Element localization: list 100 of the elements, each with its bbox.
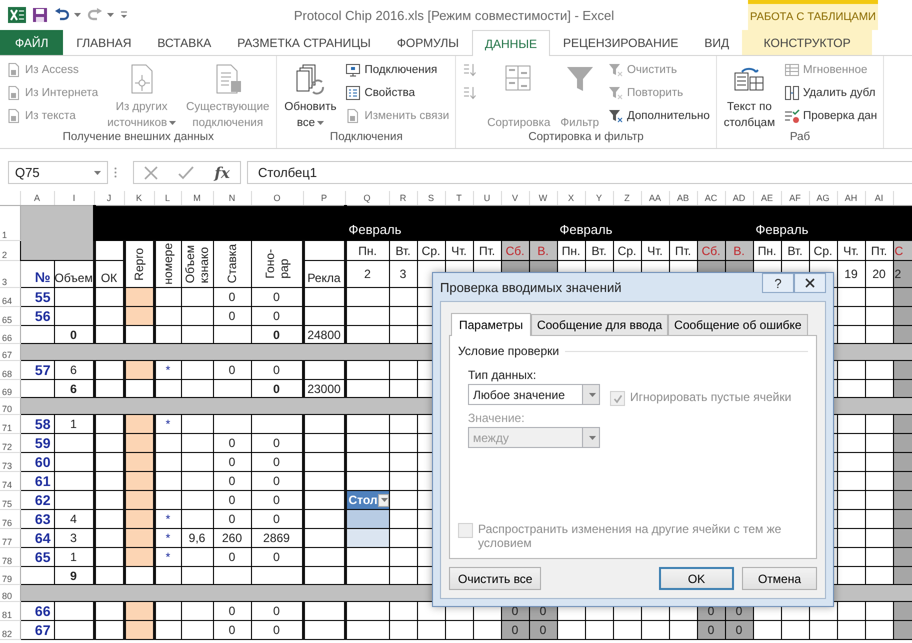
redo-button[interactable] bbox=[87, 8, 114, 22]
undo-button[interactable] bbox=[54, 8, 81, 22]
ribbon-button[interactable]: Проверка дан bbox=[782, 105, 880, 127]
table-cell: 0 bbox=[501, 620, 529, 640]
dialog-tab[interactable]: Сообщение для ввода bbox=[530, 314, 668, 335]
day-header: Пт. bbox=[473, 240, 501, 260]
help-button[interactable]: ? bbox=[762, 273, 794, 293]
caret-icon bbox=[74, 13, 81, 17]
table-cell: 0 bbox=[213, 288, 251, 306]
ribbon-tab[interactable]: КОНСТРУКТОР bbox=[742, 30, 872, 55]
column-title: № bbox=[20, 260, 54, 288]
funnel-icon bbox=[608, 62, 624, 78]
ribbon-button[interactable]: Дополнительно bbox=[606, 105, 712, 127]
table-cell: 0 bbox=[725, 620, 753, 640]
context-tab-group: РАБОТА С ТАБЛИЦАМИ bbox=[748, 0, 878, 30]
row-header[interactable]: 2 bbox=[0, 240, 20, 260]
sort-icon bbox=[462, 62, 478, 78]
day-header: Вт. bbox=[781, 240, 809, 260]
table-cell: 0 bbox=[213, 548, 251, 566]
dialog-tab[interactable]: Параметры bbox=[451, 313, 531, 336]
table-cell: 64 bbox=[20, 528, 54, 548]
caret-icon bbox=[588, 436, 596, 440]
dropdown-field[interactable]: Любое значение bbox=[468, 384, 600, 405]
row-header[interactable]: 74 bbox=[0, 472, 20, 490]
row-header[interactable]: 66 bbox=[0, 326, 20, 344]
column-title: Объем кзнако bbox=[181, 240, 213, 288]
ribbon-tab[interactable]: РЕЦЕНЗИРОВАНИЕ bbox=[550, 30, 692, 55]
checkmark-icon[interactable] bbox=[178, 166, 194, 180]
table-cell: 0 bbox=[213, 620, 251, 640]
ribbon-tab[interactable]: ДАННЫЕ bbox=[472, 30, 550, 56]
undo-icon bbox=[54, 8, 70, 22]
insert-function-button[interactable]: fx bbox=[214, 164, 230, 182]
row-header[interactable]: 72 bbox=[0, 434, 20, 452]
row-header[interactable]: 64 bbox=[0, 288, 20, 306]
column-title: ОК bbox=[94, 260, 124, 288]
refresh-icon bbox=[294, 63, 326, 95]
table-cell: 9,6 bbox=[181, 528, 213, 548]
row-header[interactable]: 80 bbox=[0, 584, 20, 602]
row-header[interactable]: 68 bbox=[0, 360, 20, 380]
ribbon-tab[interactable]: ВИД bbox=[691, 30, 742, 55]
row-header[interactable]: 75 bbox=[0, 490, 20, 510]
row-header[interactable]: 73 bbox=[0, 452, 20, 472]
name-box[interactable]: Q75 bbox=[8, 161, 108, 184]
table-cell: 0 bbox=[213, 452, 251, 472]
dialog-button[interactable]: Очистить все bbox=[449, 567, 542, 590]
row-header[interactable]: 71 bbox=[0, 414, 20, 434]
table-cell: 61 bbox=[20, 472, 54, 490]
row-header[interactable]: 81 bbox=[0, 602, 20, 620]
table-cell: 0 bbox=[529, 620, 557, 640]
app-icon[interactable] bbox=[8, 7, 26, 23]
table-cell: 0 bbox=[213, 490, 251, 510]
table-cell: 3 bbox=[389, 260, 417, 288]
ribbon-tab[interactable]: ФАЙЛ bbox=[0, 30, 64, 55]
day-header: Пн. bbox=[345, 240, 389, 260]
table-cell: 67 bbox=[20, 620, 54, 640]
customize-button[interactable] bbox=[120, 11, 128, 19]
ribbon-button[interactable]: Удалить дубл bbox=[782, 82, 880, 104]
row-header[interactable]: 78 bbox=[0, 548, 20, 566]
row-header[interactable]: 65 bbox=[0, 306, 20, 326]
field-label: Значение: bbox=[468, 411, 526, 425]
row-header[interactable]: 69 bbox=[0, 380, 20, 398]
row-header[interactable]: 70 bbox=[0, 398, 20, 414]
dialog-button[interactable]: OK bbox=[659, 567, 734, 590]
table-cell: 2 bbox=[893, 260, 912, 288]
ribbon-tab[interactable]: РАЗМЕТКА СТРАНИЦЫ bbox=[224, 30, 384, 55]
table-cell: 66 bbox=[20, 602, 54, 620]
section-title: Условие проверки bbox=[458, 344, 560, 358]
document-icon bbox=[6, 62, 22, 78]
ribbon-tab[interactable]: ВСТАВКА bbox=[144, 30, 224, 55]
row-header[interactable]: 67 bbox=[0, 344, 20, 360]
day-header: Чт. bbox=[837, 240, 865, 260]
table-cell: 0 bbox=[697, 620, 725, 640]
row-header[interactable]: 3 bbox=[0, 260, 20, 288]
funnel-icon bbox=[608, 108, 624, 124]
month-label: Февраль bbox=[753, 206, 912, 240]
cancel-icon[interactable] bbox=[144, 166, 158, 180]
ribbon-tab[interactable]: ФОРМУЛЫ bbox=[384, 30, 472, 55]
ribbon-button[interactable]: Подключения bbox=[343, 59, 452, 81]
save-button[interactable] bbox=[32, 7, 48, 23]
columns-icon bbox=[784, 85, 800, 101]
column-title: Рекла bbox=[303, 260, 345, 288]
table-cell: 0 bbox=[213, 434, 251, 452]
ribbon-button[interactable]: Обновить все bbox=[281, 58, 340, 131]
ribbon-button[interactable]: Текст по столбцам bbox=[720, 58, 778, 131]
close-button[interactable] bbox=[794, 273, 826, 293]
row-header[interactable]: 79 bbox=[0, 566, 20, 584]
formula-field[interactable]: Столбец1 bbox=[247, 161, 912, 184]
row-header[interactable]: 76 bbox=[0, 510, 20, 528]
ribbon-button[interactable]: Свойства bbox=[343, 82, 452, 104]
dialog-tab[interactable]: Сообщение об ошибке bbox=[668, 314, 808, 335]
filter-button[interactable] bbox=[378, 494, 388, 506]
table-cell: 260 bbox=[213, 528, 251, 548]
row-header[interactable]: 77 bbox=[0, 528, 20, 548]
group-label: Сортировка и фильтр bbox=[527, 131, 645, 145]
day-header: С bbox=[893, 240, 912, 260]
ribbon-tab[interactable]: ГЛАВНАЯ bbox=[63, 30, 144, 55]
row-header[interactable]: 1 bbox=[0, 206, 20, 240]
table-cell: 20 bbox=[865, 260, 893, 288]
row-header[interactable]: 82 bbox=[0, 620, 20, 640]
dialog-button[interactable]: Отмена bbox=[742, 567, 817, 590]
